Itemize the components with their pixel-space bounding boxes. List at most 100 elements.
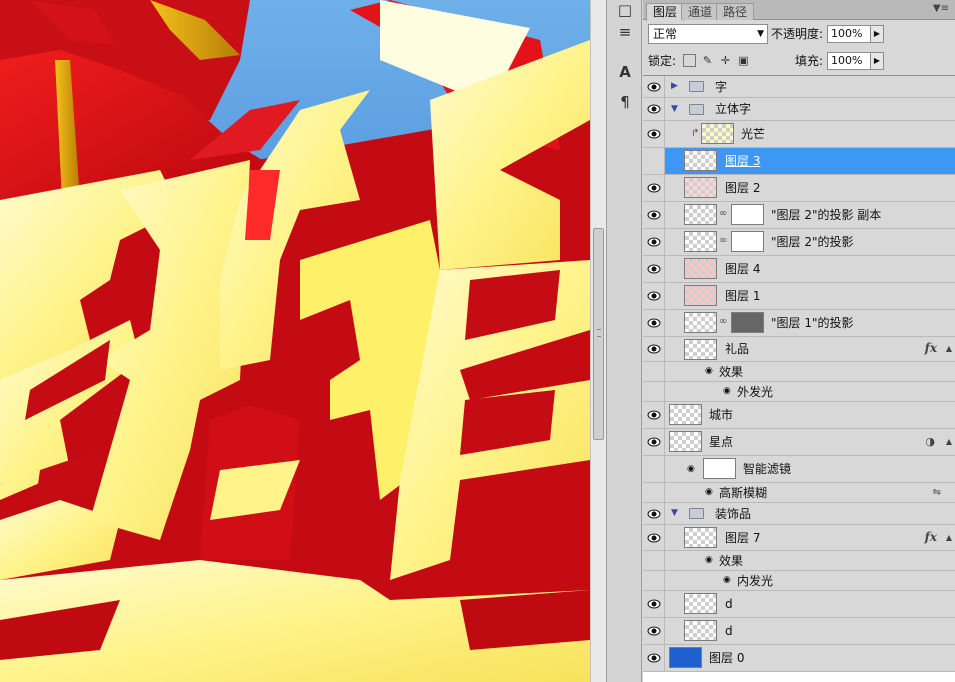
layer-row[interactable]: 图层 7 fx ▲ bbox=[643, 525, 955, 551]
layers-panel: 图层 通道 路径 ▼≡ 正常 ▼ 不透明度: 100% ▶ 锁定: ✎ ✛ ▣ … bbox=[643, 0, 955, 682]
layer-mask-thumbnail[interactable] bbox=[731, 204, 764, 225]
visibility-eye-icon[interactable] bbox=[643, 645, 665, 671]
effect-eye-icon[interactable]: ◉ bbox=[687, 464, 695, 474]
fx-icon[interactable]: fx bbox=[925, 341, 937, 355]
layer-name: 星点 bbox=[709, 435, 734, 449]
layer-row[interactable]: 图层 2 bbox=[643, 175, 955, 202]
visibility-eye-icon[interactable] bbox=[643, 402, 665, 428]
effect-eye-icon[interactable]: ◉ bbox=[705, 366, 713, 376]
layer-thumbnail bbox=[684, 285, 717, 306]
visibility-eye-icon[interactable] bbox=[643, 256, 665, 282]
blend-mode-select[interactable]: 正常 ▼ bbox=[648, 24, 768, 44]
effect-row[interactable]: ◉ 外发光 bbox=[643, 382, 955, 402]
visibility-eye-icon[interactable] bbox=[643, 525, 665, 550]
visibility-eye-icon[interactable] bbox=[643, 429, 665, 455]
layer-mask-thumbnail[interactable] bbox=[731, 312, 764, 333]
expand-arrow-icon[interactable]: ▶ bbox=[671, 81, 678, 91]
effect-eye-icon[interactable]: ◉ bbox=[705, 555, 713, 565]
layer-row[interactable]: 城市 bbox=[643, 402, 955, 429]
opacity-input[interactable]: 100% bbox=[827, 25, 871, 43]
layer-row[interactable]: ∞ "图层 2"的投影 副本 bbox=[643, 202, 955, 229]
filter-row[interactable]: ◉ 高斯模糊 ⇋ bbox=[643, 483, 955, 503]
brush-presets-icon[interactable]: ≡ bbox=[613, 22, 637, 42]
layer-name: 字 bbox=[715, 80, 728, 94]
collapse-arrow-icon[interactable]: ▼ bbox=[671, 104, 678, 114]
text-icon[interactable]: A bbox=[613, 62, 637, 82]
visibility-eye-icon[interactable] bbox=[643, 382, 665, 401]
visibility-eye-icon[interactable] bbox=[643, 202, 665, 228]
effects-row[interactable]: ◉ 效果 bbox=[643, 362, 955, 382]
visibility-eye-icon[interactable] bbox=[643, 76, 665, 97]
collapse-effects-icon[interactable]: ▲ bbox=[946, 344, 952, 353]
layer-thumbnail bbox=[684, 620, 717, 641]
layer-row[interactable]: ↱ 光芒 bbox=[643, 121, 955, 148]
lock-brush-icon[interactable]: ✎ bbox=[701, 54, 714, 67]
layer-row[interactable]: d bbox=[643, 591, 955, 618]
lock-transparent-icon[interactable] bbox=[683, 54, 696, 67]
layer-row[interactable]: 星点 ◑ ▲ bbox=[643, 429, 955, 456]
effects-row[interactable]: ◉ 效果 bbox=[643, 551, 955, 571]
visibility-eye-icon[interactable] bbox=[643, 483, 665, 502]
visibility-eye-icon[interactable] bbox=[643, 229, 665, 255]
scrollbar-thumb[interactable] bbox=[593, 228, 604, 440]
layer-row-selected[interactable]: 图层 3 bbox=[643, 148, 955, 175]
layer-row[interactable]: ▼ 装饰品 bbox=[643, 503, 955, 525]
smart-filter-icon[interactable]: ◑ bbox=[925, 435, 935, 448]
layer-name: 效果 bbox=[719, 554, 744, 568]
layer-row[interactable]: 礼品 fx ▲ bbox=[643, 337, 955, 362]
visibility-eye-icon[interactable] bbox=[643, 618, 665, 644]
layer-mask-thumbnail[interactable] bbox=[731, 231, 764, 252]
panel-menu-icon[interactable]: ▼≡ bbox=[933, 3, 949, 14]
layer-row[interactable]: ∞ "图层 1"的投影 bbox=[643, 310, 955, 337]
visibility-eye-icon[interactable] bbox=[643, 148, 665, 174]
link-chain-icon[interactable]: ∞ bbox=[719, 235, 727, 246]
visibility-eye-icon[interactable] bbox=[643, 121, 665, 147]
collapse-arrow-icon[interactable]: ▼ bbox=[671, 508, 678, 518]
filter-mask-thumbnail[interactable] bbox=[703, 458, 736, 479]
visibility-eye-icon[interactable] bbox=[643, 175, 665, 201]
visibility-eye-icon[interactable] bbox=[643, 456, 665, 482]
fill-input[interactable]: 100% bbox=[827, 52, 871, 70]
paragraph-icon[interactable]: ¶ bbox=[613, 92, 637, 112]
visibility-eye-icon[interactable] bbox=[643, 551, 665, 570]
layer-row[interactable]: ▼ 立体字 bbox=[643, 98, 955, 121]
layer-row[interactable]: d bbox=[643, 618, 955, 645]
stamp-icon[interactable]: □ bbox=[613, 0, 637, 20]
visibility-eye-icon[interactable] bbox=[643, 98, 665, 120]
layer-row[interactable]: ∞ "图层 2"的投影 bbox=[643, 229, 955, 256]
tab-paths[interactable]: 路径 bbox=[716, 3, 755, 20]
visibility-eye-icon[interactable] bbox=[643, 362, 665, 381]
layer-thumbnail bbox=[684, 312, 717, 333]
visibility-eye-icon[interactable] bbox=[643, 283, 665, 309]
collapse-effects-icon[interactable]: ▲ bbox=[946, 533, 952, 542]
opacity-slider-button[interactable]: ▶ bbox=[870, 25, 884, 43]
clipping-arrow-icon: ↱ bbox=[691, 128, 700, 139]
effect-eye-icon[interactable]: ◉ bbox=[723, 575, 731, 585]
visibility-eye-icon[interactable] bbox=[643, 310, 665, 336]
link-chain-icon[interactable]: ∞ bbox=[719, 208, 727, 219]
tab-channels[interactable]: 通道 bbox=[681, 3, 720, 20]
layer-row[interactable]: 图层 4 bbox=[643, 256, 955, 283]
effect-row[interactable]: ◉ 内发光 bbox=[643, 571, 955, 591]
layer-row[interactable]: 图层 1 bbox=[643, 283, 955, 310]
visibility-eye-icon[interactable] bbox=[643, 503, 665, 524]
tab-layers[interactable]: 图层 bbox=[646, 3, 685, 21]
layer-row[interactable]: 图层 0 bbox=[643, 645, 955, 672]
collapse-effects-icon[interactable]: ▲ bbox=[946, 437, 952, 446]
canvas-vertical-scrollbar[interactable] bbox=[590, 0, 606, 682]
fill-slider-button[interactable]: ▶ bbox=[870, 52, 884, 70]
link-chain-icon[interactable]: ∞ bbox=[719, 316, 727, 327]
visibility-eye-icon[interactable] bbox=[643, 591, 665, 617]
lock-all-icon[interactable]: ▣ bbox=[737, 54, 750, 67]
visibility-eye-icon[interactable] bbox=[643, 571, 665, 590]
visibility-eye-icon[interactable] bbox=[643, 337, 665, 361]
effect-eye-icon[interactable]: ◉ bbox=[723, 386, 731, 396]
effect-eye-icon[interactable]: ◉ bbox=[705, 487, 713, 497]
fill-label: 填充: bbox=[795, 54, 824, 68]
document-canvas[interactable] bbox=[0, 0, 590, 682]
layer-row[interactable]: ▶ 字 bbox=[643, 76, 955, 98]
fx-icon[interactable]: fx bbox=[925, 530, 937, 544]
filter-options-icon[interactable]: ⇋ bbox=[933, 487, 941, 498]
lock-move-icon[interactable]: ✛ bbox=[719, 54, 732, 67]
smart-filters-row[interactable]: ◉ 智能滤镜 bbox=[643, 456, 955, 483]
